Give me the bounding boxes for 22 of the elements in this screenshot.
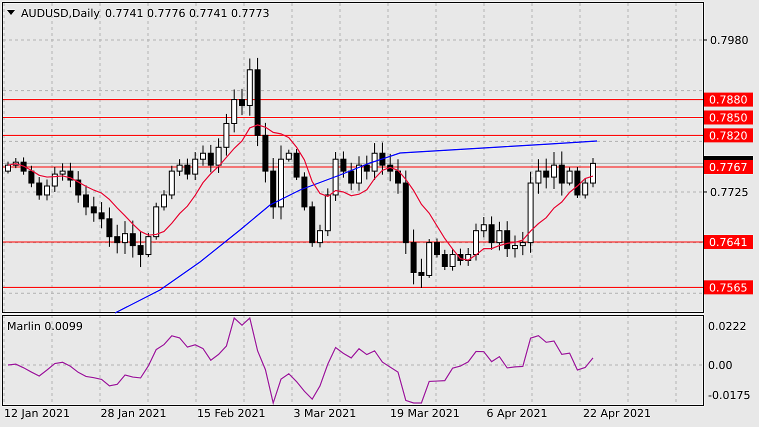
date-label: 12 Jan 2021 [4, 407, 70, 420]
date-label: 28 Jan 2021 [100, 407, 166, 420]
date-label: 3 Mar 2021 [294, 407, 356, 420]
dropdown-triangle-icon[interactable] [7, 10, 15, 15]
level-label: 0.7850 [704, 110, 753, 124]
indicator-title: Marlin 0.0099 [7, 320, 83, 333]
level-label: 0.7565 [704, 280, 753, 294]
price-tick: 0.7980 [702, 34, 748, 47]
level-label: 0.7880 [704, 92, 753, 107]
indicator-tick: 0.00 [708, 359, 732, 372]
level-label: 0.7641 [704, 235, 753, 250]
date-label: 19 Mar 2021 [390, 407, 460, 420]
level-label: 0.7820 [704, 128, 753, 142]
date-label: 6 Apr 2021 [486, 407, 548, 420]
indicator-tick: 0.0222 [708, 320, 746, 333]
date-label: 22 Apr 2021 [583, 407, 652, 420]
ohlc-values: 0.7741 0.7776 0.7741 0.7773 [105, 7, 270, 20]
chart-title: AUDUSD,Daily [21, 7, 100, 20]
level-label: 0.7767 [704, 160, 753, 174]
price-tick: 0.7725 [702, 186, 748, 199]
indicator-tick: -0.0175 [708, 389, 750, 402]
date-label: 15 Feb 2021 [197, 407, 266, 420]
